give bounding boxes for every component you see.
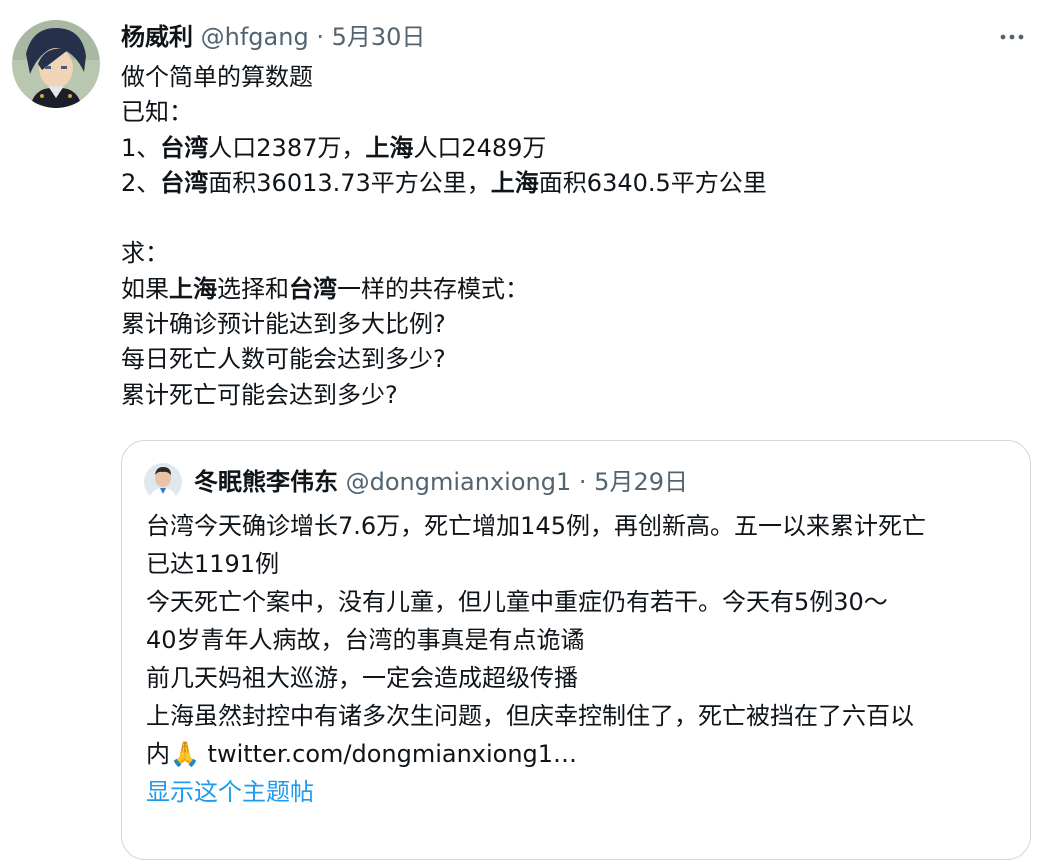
tweet-text-line: 每日死亡人数可能会达到多少? bbox=[121, 342, 1021, 377]
tweet-text-line: 2、台湾面积36013.73平方公里，上海面积6340.5平方公里 bbox=[121, 166, 1021, 201]
text-segment: 累计确诊预计能达到多大比例? bbox=[121, 310, 446, 339]
tweet-text-line: 做个简单的算数题 bbox=[121, 60, 1021, 95]
quoted-author-handle[interactable]: @dongmianxiong1 bbox=[346, 468, 572, 496]
quoted-tweet-text: 台湾今天确诊增长7.6万，死亡增加145例，再创新高。五一以来累计死亡 已达11… bbox=[146, 507, 1026, 811]
quoted-text-line-last: 内🙏 twitter.com/dongmianxiong1… bbox=[146, 735, 1026, 773]
header-separator: · bbox=[316, 23, 324, 51]
tweet-header: 杨威利 @hfgang · 5月30日 bbox=[121, 20, 425, 54]
tweet-text-line: 如果上海选择和台湾一样的共存模式： bbox=[121, 272, 1021, 307]
more-dots-icon[interactable] bbox=[994, 20, 1030, 54]
quoted-tweet[interactable]: 冬眠熊李伟东 @dongmianxiong1 · 5月29日 台湾今天确诊增长7… bbox=[121, 440, 1031, 860]
quoted-tweet-date[interactable]: 5月29日 bbox=[594, 468, 688, 496]
text-segment: 面积36013.73平方公里， bbox=[208, 168, 491, 197]
tweet-text-line: 累计死亡可能会达到多少? bbox=[121, 378, 1021, 413]
quoted-text-line: 今天死亡个案中，没有儿童，但儿童中重症仍有若干。今天有5例30～ bbox=[146, 588, 888, 616]
author-handle[interactable]: @hfgang bbox=[201, 23, 309, 51]
bold-text-segment: 上海 bbox=[490, 168, 539, 197]
tweet-text-line bbox=[121, 201, 1021, 236]
quoted-link[interactable]: twitter.com/dongmianxiong1… bbox=[208, 740, 578, 768]
folded-hands-emoji: 🙏 bbox=[170, 740, 200, 768]
show-thread-link[interactable]: 显示这个主题帖 bbox=[146, 778, 314, 806]
bold-text-segment: 上海 bbox=[365, 133, 414, 162]
text-segment: 已知： bbox=[121, 98, 193, 127]
tweet-text-line: 1、台湾人口2387万，上海人口2489万 bbox=[121, 131, 1021, 166]
text-segment: 累计死亡可能会达到多少? bbox=[121, 380, 398, 409]
text-segment: 求： bbox=[121, 239, 169, 268]
quoted-text-line: 前几天妈祖大巡游，一定会造成超级传播 bbox=[146, 664, 578, 692]
quoted-text-line: 台湾今天确诊增长7.6万，死亡增加145例，再创新高。五一以来累计死亡 bbox=[146, 512, 926, 540]
tweet-text-line: 求： bbox=[121, 236, 1021, 271]
quoted-author-avatar[interactable] bbox=[144, 463, 182, 501]
quoted-header-separator: · bbox=[578, 468, 587, 496]
show-thread-row: 显示这个主题帖 bbox=[146, 773, 1026, 811]
text-segment: 一样的共存模式： bbox=[337, 274, 529, 303]
text-segment: 做个简单的算数题 bbox=[121, 63, 313, 91]
text-segment: 选择和 bbox=[217, 274, 289, 303]
text-segment: 如果 bbox=[121, 274, 169, 303]
text-segment: 人口2387万， bbox=[208, 133, 366, 162]
tweet-text-line: 已知： bbox=[121, 95, 1021, 130]
tweet-date[interactable]: 5月30日 bbox=[332, 23, 426, 51]
text-segment: 面积6340.5平方公里 bbox=[538, 168, 767, 197]
author-avatar[interactable] bbox=[12, 20, 100, 108]
quoted-tweet-header: 冬眠熊李伟东 @dongmianxiong1 · 5月29日 bbox=[194, 465, 688, 499]
text-segment: 2、 bbox=[121, 168, 161, 197]
quoted-text-tail: 内 bbox=[146, 740, 170, 768]
quoted-text-line: 上海虽然封控中有诸多次生问题，但庆幸控制住了，死亡被挡在了六百以 bbox=[146, 702, 914, 730]
bold-text-segment: 上海 bbox=[169, 274, 217, 303]
text-segment: 1、 bbox=[121, 133, 161, 162]
quoted-author-name[interactable]: 冬眠熊李伟东 bbox=[194, 468, 338, 496]
text-segment: 每日死亡人数可能会达到多少? bbox=[121, 345, 446, 374]
bold-text-segment: 台湾 bbox=[160, 168, 209, 197]
bold-text-segment: 台湾 bbox=[160, 133, 209, 162]
quoted-text-line: 已达1191例 bbox=[146, 550, 280, 578]
bold-text-segment: 台湾 bbox=[289, 274, 337, 303]
tweet-text: 做个简单的算数题 已知： 1、台湾人口2387万，上海人口2489万 2、台湾面积36… bbox=[121, 60, 1021, 413]
tweet-text-line: 累计确诊预计能达到多大比例? bbox=[121, 307, 1021, 342]
text-segment: 人口2489万 bbox=[413, 133, 547, 162]
author-name[interactable]: 杨威利 bbox=[121, 23, 193, 51]
quoted-text-line: 40岁青年人病故，台湾的事真是有点诡谲 bbox=[146, 626, 585, 654]
